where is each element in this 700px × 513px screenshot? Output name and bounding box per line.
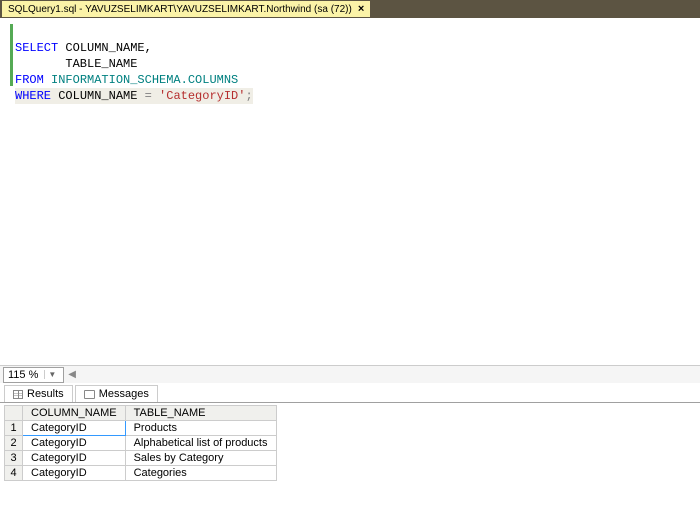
close-icon[interactable]: × — [358, 3, 364, 15]
row-number[interactable]: 4 — [5, 466, 23, 481]
results-table[interactable]: COLUMN_NAME TABLE_NAME 1 CategoryID Prod… — [4, 405, 277, 481]
scroll-left-icon[interactable]: ◀ — [68, 369, 76, 380]
results-tab-bar: Results Messages — [0, 383, 700, 403]
cell[interactable]: Alphabetical list of products — [125, 436, 276, 451]
document-tab[interactable]: SQLQuery1.sql - YAVUZSELIMKART\YAVUZSELI… — [2, 1, 370, 17]
tab-messages[interactable]: Messages — [75, 385, 158, 402]
cell[interactable]: CategoryID — [23, 466, 126, 481]
corner-cell[interactable] — [5, 406, 23, 421]
change-marker — [10, 24, 13, 86]
cell[interactable]: Sales by Category — [125, 451, 276, 466]
zoom-select[interactable]: 115 % ▼ — [3, 367, 64, 383]
cell[interactable]: Categories — [125, 466, 276, 481]
column-header[interactable]: COLUMN_NAME — [23, 406, 126, 421]
row-number[interactable]: 3 — [5, 451, 23, 466]
row-number[interactable]: 2 — [5, 436, 23, 451]
tab-results[interactable]: Results — [4, 385, 73, 402]
table-row: 2 CategoryID Alphabetical list of produc… — [5, 436, 277, 451]
chevron-down-icon[interactable]: ▼ — [44, 370, 59, 379]
table-row: 3 CategoryID Sales by Category — [5, 451, 277, 466]
cell[interactable]: CategoryID — [23, 421, 126, 436]
zoom-bar: 115 % ▼ ◀ — [0, 365, 700, 383]
results-grid-area: COLUMN_NAME TABLE_NAME 1 CategoryID Prod… — [0, 403, 700, 513]
cell[interactable]: CategoryID — [23, 451, 126, 466]
grid-icon — [13, 390, 23, 399]
message-icon — [84, 390, 95, 399]
cell[interactable]: Products — [125, 421, 276, 436]
row-number[interactable]: 1 — [5, 421, 23, 436]
zoom-level: 115 % — [8, 369, 38, 381]
column-header[interactable]: TABLE_NAME — [125, 406, 276, 421]
table-row: 1 CategoryID Products — [5, 421, 277, 436]
tab-title: SQLQuery1.sql - YAVUZSELIMKART\YAVUZSELI… — [8, 4, 352, 15]
table-row: 4 CategoryID Categories — [5, 466, 277, 481]
cell[interactable]: CategoryID — [23, 436, 126, 451]
code-text: SELECT COLUMN_NAME, TABLE_NAME FROM INFO… — [15, 24, 253, 365]
sql-editor[interactable]: SELECT COLUMN_NAME, TABLE_NAME FROM INFO… — [0, 18, 700, 365]
document-tab-bar: SQLQuery1.sql - YAVUZSELIMKART\YAVUZSELI… — [0, 0, 700, 18]
